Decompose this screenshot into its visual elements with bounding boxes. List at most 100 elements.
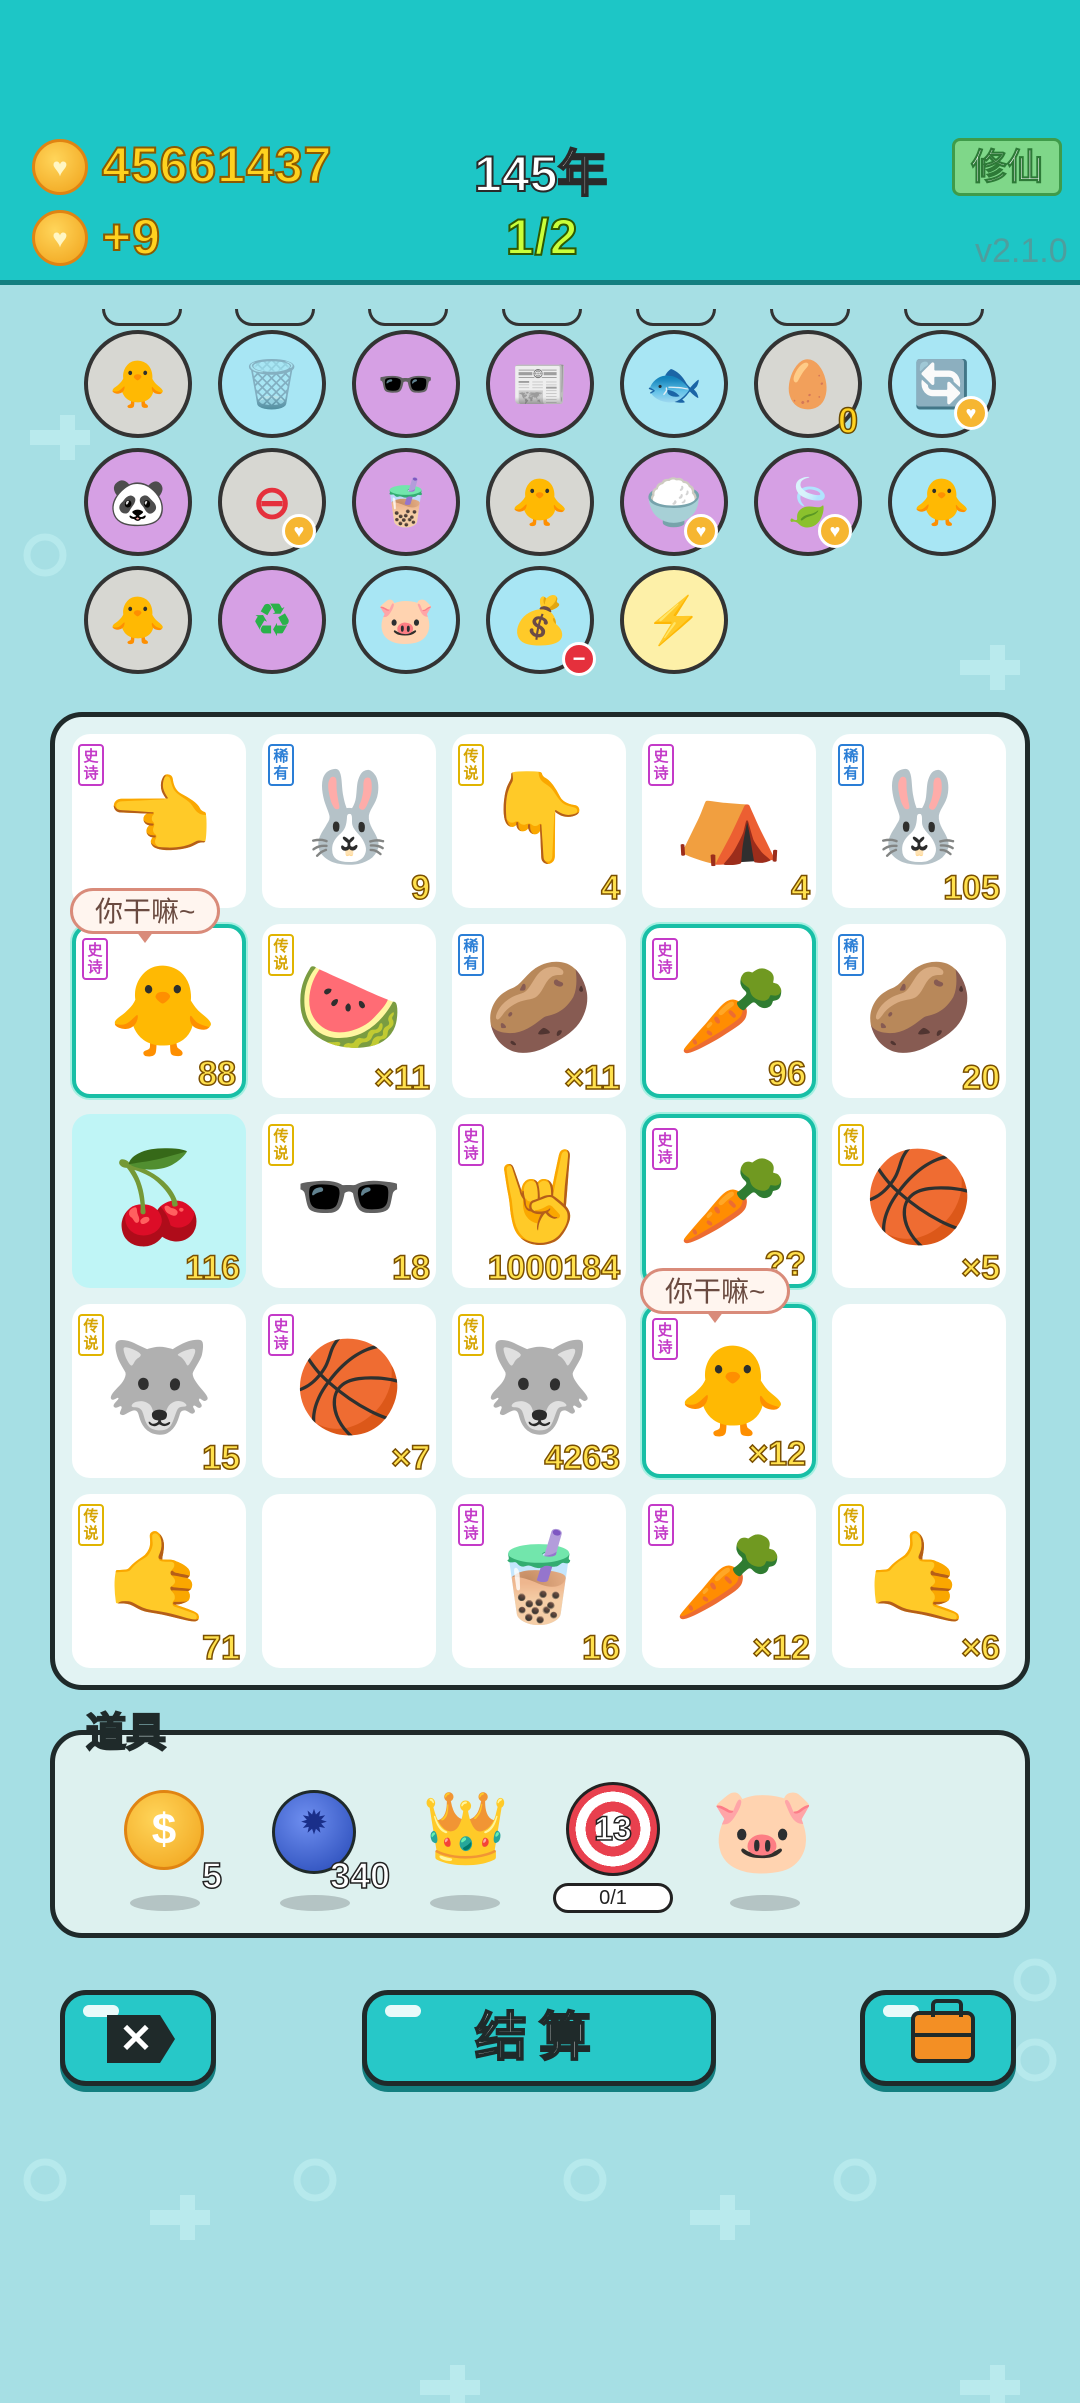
buff-piggy-bank-icon[interactable]: 🐷 <box>352 566 460 674</box>
item-count: 16 <box>581 1628 620 1668</box>
briefcase-icon <box>911 1999 975 2063</box>
grid-cell-empty[interactable] <box>262 1494 436 1668</box>
crowned-hand-icon: 🤘 <box>484 1147 594 1246</box>
heart-badge-icon: ♥ <box>954 396 988 430</box>
buff-recycle-icon[interactable]: ♻ <box>218 566 326 674</box>
buff-sunglasses-icon[interactable]: 🕶️ <box>352 330 460 438</box>
grid-cell[interactable]: 稀有 🥔 20 <box>832 924 1006 1098</box>
grid-cell[interactable]: 史诗 🥕 ×12 <box>642 1494 816 1668</box>
item-count: 4263 <box>544 1438 621 1478</box>
item-count: ×7 <box>390 1438 430 1478</box>
buff-chick-egg-icon[interactable]: 🐥 <box>84 330 192 438</box>
buff-milk-tea-boost-icon[interactable]: 🧋 <box>352 448 460 556</box>
buff-time-magazine-icon[interactable]: 📰 <box>486 330 594 438</box>
item-count: 1000184 <box>487 1248 621 1288</box>
buff-recycle-bag-icon[interactable]: 🗑️ <box>218 330 326 438</box>
coin-rate: +9 <box>101 208 162 266</box>
rabbit-icon: 🐰 <box>864 767 974 866</box>
grid-cell[interactable]: 传说 👇 4 <box>452 734 626 908</box>
item-count: ×12 <box>748 1434 807 1474</box>
grid-cell[interactable]: 传说 🍉 ×11 <box>262 924 436 1098</box>
item-shadow <box>280 1895 350 1911</box>
xiuxian-button[interactable]: 修仙 <box>952 138 1062 196</box>
grid-cell[interactable]: 传说 🤙 71 <box>72 1494 246 1668</box>
buff-partial-edge <box>235 309 315 326</box>
buff-partial-edge <box>502 309 582 326</box>
potato-icon: 🥔 <box>484 957 594 1056</box>
piggy-bank-icon[interactable]: 🐷 <box>708 1780 818 1880</box>
grid-cell[interactable]: 🍒 116 <box>72 1114 246 1288</box>
item-count: 4 <box>600 868 620 908</box>
buff-partial-edge <box>636 309 716 326</box>
grid-cell[interactable]: 传说 🐺 15 <box>72 1304 246 1478</box>
item-count: 4 <box>790 868 810 908</box>
rabbit-icon: 🐰 <box>294 767 404 866</box>
egg-tray-count: 0 <box>837 399 859 442</box>
carrot-icon: 🥕 <box>674 1527 784 1626</box>
crowned-husky-icon: 🐺 <box>484 1337 594 1436</box>
grid-cell-selected[interactable]: 史诗 🐥 ×12 <box>642 1304 816 1478</box>
grid-cell[interactable]: 史诗 🤘 1000184 <box>452 1114 626 1288</box>
inventory-button[interactable] <box>860 1990 1016 2086</box>
grid-cell[interactable]: 史诗 🏀 ×7 <box>262 1304 436 1478</box>
item-count: ×12 <box>752 1628 811 1668</box>
coin-prop-count: 5 <box>201 1854 223 1897</box>
dollar-coin-icon[interactable]: $ <box>124 1790 204 1870</box>
year-label: 145年 <box>473 145 608 203</box>
page-indicator: 1/2 <box>505 208 579 266</box>
crowned-chick-icon: 🐥 <box>108 961 218 1060</box>
target-progress: 0/1 <box>553 1883 673 1913</box>
buff-chick-egg-icon[interactable]: 🐥 <box>84 566 192 674</box>
item-count: ×6 <box>960 1628 1000 1668</box>
buff-partial-edge <box>904 309 984 326</box>
grid-cell[interactable]: 稀有 🐰 9 <box>262 734 436 908</box>
hand-point-icon: 👈 <box>104 767 214 866</box>
grid-cell[interactable]: 史诗 🧋 16 <box>452 1494 626 1668</box>
buff-partial-edge <box>770 309 850 326</box>
potato-icon: 🥔 <box>864 957 974 1056</box>
close-button[interactable]: ✕ <box>60 1990 216 2086</box>
cherry-pair-icon: 🍒 <box>104 1147 214 1246</box>
settle-button[interactable]: 结算 <box>362 1990 716 2086</box>
grid-cell-selected[interactable]: 史诗 🥕 ?? <box>642 1114 816 1288</box>
grid-cell-selected[interactable]: 史诗 🥕 96 <box>642 924 816 1098</box>
grid-cell[interactable]: 传说 🐺 4263 <box>452 1304 626 1478</box>
rabbit-house-icon: ⛺ <box>674 767 784 866</box>
crown-icon[interactable]: 👑 <box>416 1793 516 1863</box>
item-count: ×5 <box>960 1248 1000 1288</box>
item-count: 20 <box>961 1058 1000 1098</box>
buff-chick-egg-icon[interactable]: 🐥 <box>888 448 996 556</box>
target-dart-icon[interactable]: 13 <box>566 1782 660 1876</box>
grid-cell[interactable]: 传说 🏀 ×5 <box>832 1114 1006 1288</box>
buff-chick-egg-icon[interactable]: 🐥 <box>486 448 594 556</box>
buff-fish-tank-icon[interactable]: 🐟 <box>620 330 728 438</box>
grid-cell-selected[interactable]: 史诗 🐥 88 <box>72 924 246 1098</box>
grid-cell[interactable]: 传说 🤙 ×6 <box>832 1494 1006 1668</box>
rock-hand-icon: 🤙 <box>104 1527 214 1626</box>
minus-badge-icon: − <box>562 642 596 676</box>
heart-badge-icon: ♥ <box>818 514 852 548</box>
grid-cell[interactable]: 史诗 ⛺ 4 <box>642 734 816 908</box>
coin-rate-icon: ♥ <box>32 210 88 266</box>
version-label: v2.1.0 <box>975 232 1068 270</box>
buff-partial-edge <box>102 309 182 326</box>
grid-cell[interactable]: 传说 🕶️ 18 <box>262 1114 436 1288</box>
speech-bubble: 你干嘛~ <box>640 1268 791 1323</box>
settle-label: 结算 <box>474 2008 603 2068</box>
buff-lightning-icon[interactable]: ⚡ <box>620 566 728 674</box>
item-count: ×11 <box>563 1058 620 1098</box>
grid-cell[interactable]: 稀有 🐰 105 <box>832 734 1006 908</box>
grid-cell[interactable]: 稀有 🥔 ×11 <box>452 924 626 1098</box>
heart-badge-icon: ♥ <box>684 514 718 548</box>
grid-cell[interactable]: 史诗 👈 <box>72 734 246 908</box>
item-count: 18 <box>391 1248 430 1288</box>
buff-panda-icon[interactable]: 🐼 <box>84 448 192 556</box>
props-title: 道具 <box>85 1710 167 1756</box>
item-count: 9 <box>410 868 430 908</box>
item-count: 71 <box>201 1628 240 1668</box>
gem-prop-count: 340 <box>329 1854 391 1897</box>
close-icon: ✕ <box>107 2015 175 2063</box>
heart-badge-icon: ♥ <box>282 514 316 548</box>
grid-cell-empty[interactable] <box>832 1304 1006 1478</box>
buff-partial-edge <box>368 309 448 326</box>
